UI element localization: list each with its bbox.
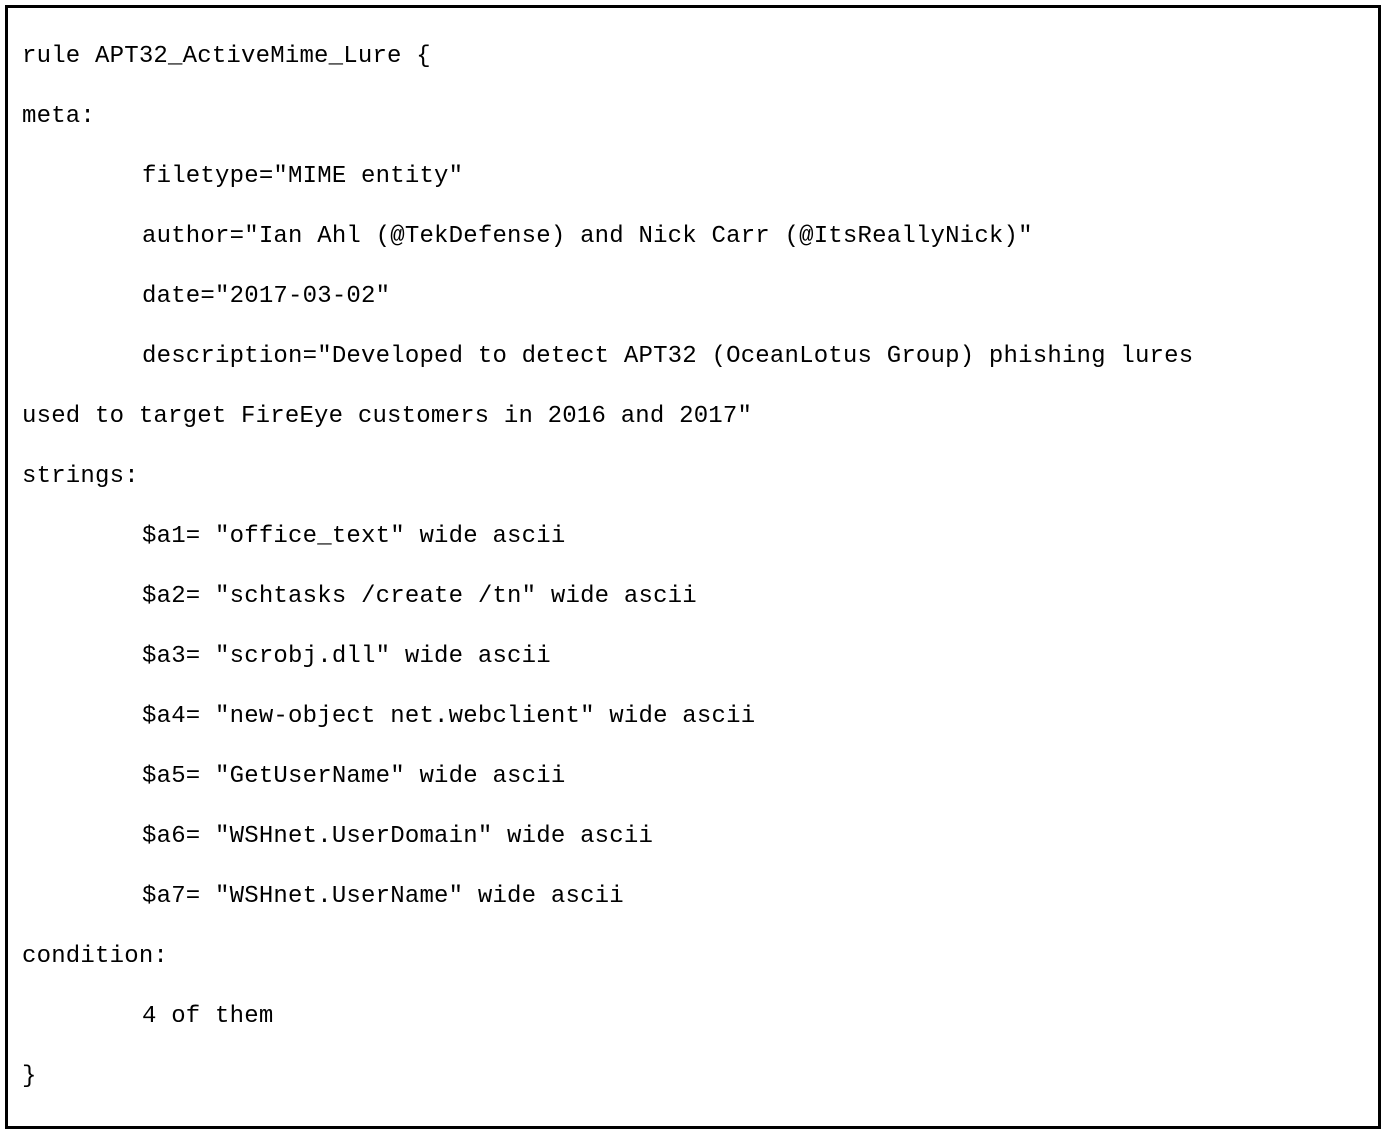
meta-filetype: filetype="MIME entity" [22,162,1364,192]
condition-section-label: condition: [22,942,1364,972]
meta-description-line2: used to target FireEye customers in 2016… [22,402,1364,432]
string-a7: $a7= "WSHnet.UserName" wide ascii [22,882,1364,912]
string-a5: $a5= "GetUserName" wide ascii [22,762,1364,792]
condition-value: 4 of them [22,1002,1364,1032]
meta-date: date="2017-03-02" [22,282,1364,312]
strings-section-label: strings: [22,462,1364,492]
meta-author: author="Ian Ahl (@TekDefense) and Nick C… [22,222,1364,252]
string-a6: $a6= "WSHnet.UserDomain" wide ascii [22,822,1364,852]
rule-footer: } [22,1062,1364,1092]
meta-description-line1: description="Developed to detect APT32 (… [22,342,1364,372]
rule-header: rule APT32_ActiveMime_Lure { [22,42,1364,72]
string-a3: $a3= "scrobj.dll" wide ascii [22,642,1364,672]
string-a1: $a1= "office_text" wide ascii [22,522,1364,552]
meta-section-label: meta: [22,102,1364,132]
string-a2: $a2= "schtasks /create /tn" wide ascii [22,582,1364,612]
string-a4: $a4= "new-object net.webclient" wide asc… [22,702,1364,732]
yara-rule-code-block: rule APT32_ActiveMime_Lure { meta: filet… [5,5,1381,1129]
